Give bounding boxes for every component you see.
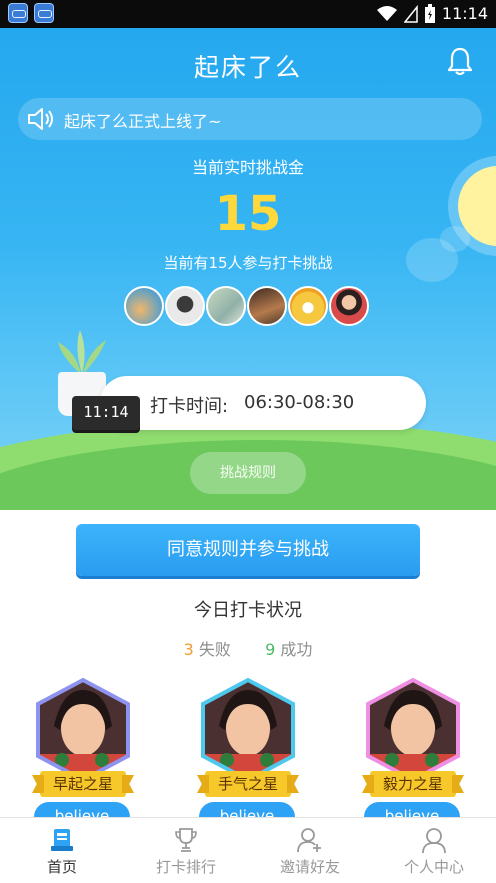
- star-avatar: [366, 677, 460, 782]
- avatar[interactable]: [288, 286, 328, 326]
- participants-text: 当前有15人参与打卡挑战: [163, 254, 333, 272]
- add-friend-icon: [297, 828, 321, 853]
- nav-profile[interactable]: 个人中心: [372, 818, 496, 883]
- bell-icon[interactable]: [446, 46, 474, 76]
- participant-avatars: [124, 286, 369, 326]
- status-bar: 11:14: [0, 0, 496, 28]
- app-notification-icon: [8, 3, 28, 23]
- status-time: 11:14: [441, 4, 488, 23]
- speaker-icon: [28, 108, 53, 130]
- star-avatar: [36, 677, 130, 782]
- profile-icon: [422, 828, 446, 854]
- nav-label: 个人中心: [403, 858, 464, 876]
- avatar[interactable]: [165, 286, 205, 326]
- nav-label: 邀请好友: [279, 858, 340, 876]
- plant-icon: [58, 330, 106, 374]
- avatar[interactable]: [329, 286, 369, 326]
- nav-label: 首页: [46, 858, 77, 876]
- checkin-time-label: 打卡时间:: [150, 396, 229, 417]
- announcement-text: 起床了么正式上线了~: [64, 112, 222, 131]
- home-icon: [51, 829, 73, 851]
- nav-home[interactable]: 首页: [0, 818, 124, 883]
- star-avatar: [201, 677, 295, 782]
- nav-label: 打卡排行: [155, 858, 216, 876]
- rules-button[interactable]: 挑战规则: [190, 452, 306, 494]
- trophy-icon: [175, 828, 197, 852]
- wifi-icon: [377, 6, 397, 21]
- checkin-time-card: 打卡时间: 06:30-08:30: [100, 376, 426, 430]
- today-status-title: 今日打卡状况: [194, 600, 302, 621]
- success-count: 9: [265, 640, 276, 659]
- avatar[interactable]: [124, 286, 164, 326]
- success-label: 成功: [280, 640, 313, 659]
- announcement-bar[interactable]: 起床了么正式上线了~: [18, 98, 482, 140]
- pot-amount: 15: [214, 186, 282, 242]
- nav-ranking[interactable]: 打卡排行: [124, 818, 248, 883]
- today-stats: 3 失败 9 成功: [0, 636, 496, 660]
- challenge-hero: 起床了么 起床了么正式上线了~ 当前实时挑战金 15 当前有15人参与打卡挑战 …: [0, 28, 496, 510]
- alarm-clock-icon: 11:14: [72, 396, 140, 430]
- avatar[interactable]: [247, 286, 287, 326]
- checkin-time-range: 06:30-08:30: [244, 392, 355, 413]
- fail-count: 3: [183, 640, 194, 659]
- pot-label: 当前实时挑战金: [191, 158, 304, 177]
- star-title: 早起之星: [40, 771, 126, 797]
- star-title: 毅力之星: [370, 771, 456, 797]
- fail-label: 失败: [198, 640, 231, 659]
- battery-icon: [425, 4, 435, 23]
- avatar[interactable]: [206, 286, 246, 326]
- nav-invite[interactable]: 邀请好友: [248, 818, 372, 883]
- star-title: 手气之星: [205, 771, 291, 797]
- bottom-nav: 首页 打卡排行 邀请好友 个人中心: [0, 817, 496, 883]
- early-bird-star-card[interactable]: 早起之星 believe: [32, 676, 134, 832]
- signal-icon: [404, 5, 418, 23]
- join-challenge-button[interactable]: 同意规则并参与挑战: [76, 524, 420, 576]
- perseverance-star-card[interactable]: 毅力之星 believe: [362, 676, 464, 832]
- app-notification-icon: [34, 3, 54, 23]
- luck-star-card[interactable]: 手气之星 believe: [197, 676, 299, 832]
- clock-display: 11:14: [83, 403, 129, 421]
- page-title: 起床了么: [193, 53, 302, 82]
